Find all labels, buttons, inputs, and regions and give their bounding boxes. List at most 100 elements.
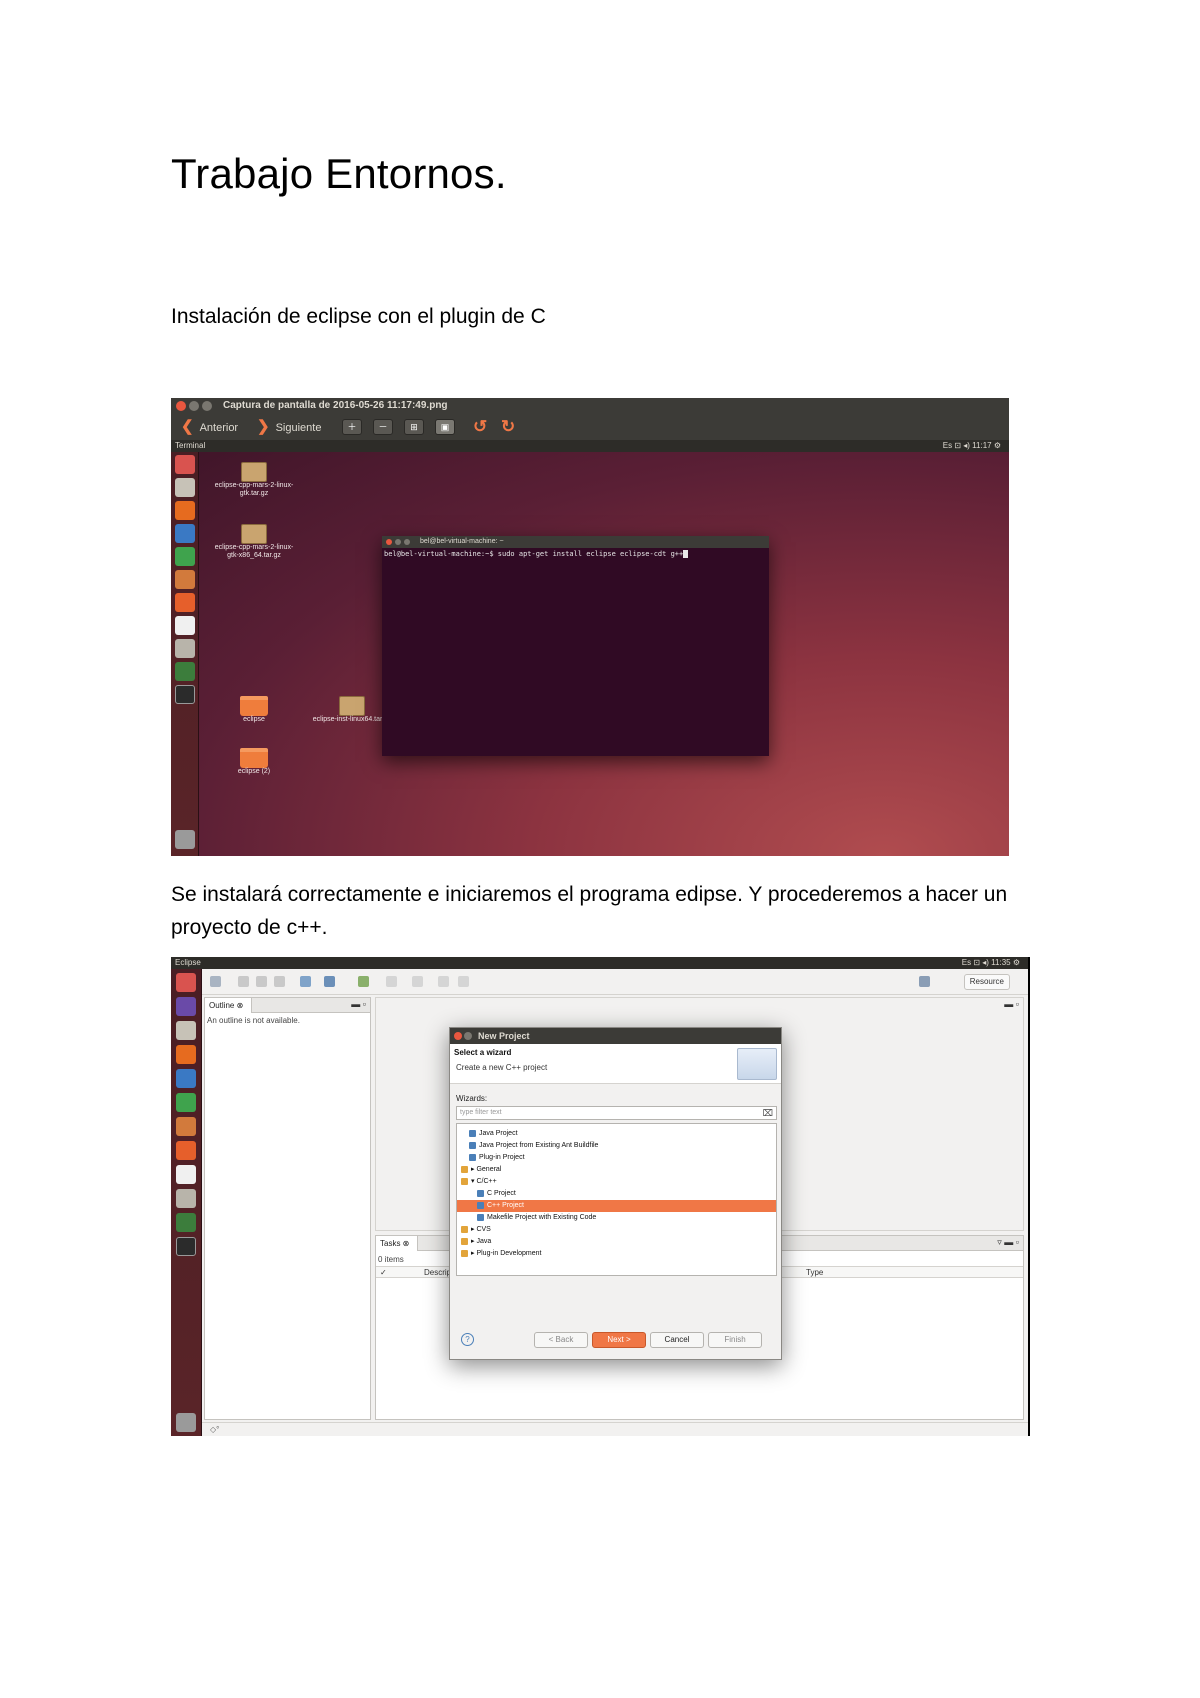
dash-icon[interactable] xyxy=(175,455,195,474)
close-icon[interactable] xyxy=(454,1032,462,1040)
save-all-icon[interactable] xyxy=(256,976,267,987)
finish-button[interactable]: Finish xyxy=(708,1332,762,1348)
wizard-banner-icon xyxy=(737,1048,777,1080)
dialog-header-title: Select a wizard xyxy=(454,1048,512,1057)
terminal-command-line[interactable]: bel@bel-virtual-machine:~$ sudo apt-get … xyxy=(382,548,769,560)
zoom-normal-button[interactable]: ▣ xyxy=(435,419,455,435)
print-icon[interactable] xyxy=(274,976,285,987)
calc-icon[interactable] xyxy=(176,1093,196,1112)
wizard-tree-item-label: Plug-in Project xyxy=(479,1154,525,1161)
wizard-tree-item[interactable]: Java Project xyxy=(457,1128,776,1140)
desktop-icon-folder[interactable]: eclipse (2) xyxy=(209,748,299,776)
desktop-icon-archive[interactable]: eclipse-cpp-mars-2-linux-gtk.tar.gz xyxy=(209,462,299,498)
close-window-button[interactable] xyxy=(176,401,186,411)
wizard-tree-item[interactable]: ▸ Java xyxy=(457,1236,776,1248)
document-paragraph: Se instalará correctamente e iniciaremos… xyxy=(171,883,1008,939)
cancel-button[interactable]: Cancel xyxy=(650,1332,704,1348)
wizard-tree-item[interactable]: ▾ C/C++ xyxy=(457,1176,776,1188)
forward-icon[interactable] xyxy=(458,976,469,987)
open-type-icon[interactable] xyxy=(300,976,311,987)
unity-launcher xyxy=(171,969,202,1436)
software-center-icon[interactable] xyxy=(176,1141,196,1160)
terminal-icon[interactable] xyxy=(175,685,195,704)
wizard-tree-item[interactable]: Plug-in Project xyxy=(457,1152,776,1164)
wizard-tree-item[interactable]: ▸ General xyxy=(457,1164,776,1176)
writer-icon[interactable] xyxy=(175,524,195,543)
next-button[interactable]: Next > xyxy=(592,1332,646,1348)
outline-tab[interactable]: Outline ⊗ xyxy=(205,998,253,1013)
next-button[interactable]: ❯ Siguiente xyxy=(257,419,321,436)
view-menu-icon[interactable]: ▿ ▬ ▫ xyxy=(997,1237,1019,1248)
back-icon[interactable] xyxy=(438,976,449,987)
previous-annotation-icon[interactable] xyxy=(412,976,423,987)
desktop-icon-folder[interactable]: eclipse xyxy=(209,696,299,724)
zoom-out-button[interactable]: － xyxy=(373,419,393,435)
wizard-tree-item-label: Java Project from Existing Ant Buildfile xyxy=(479,1142,599,1149)
new-project-dialog[interactable]: New Project Select a wizard Create a new… xyxy=(449,1027,782,1360)
settings-icon[interactable] xyxy=(176,1189,196,1208)
tasks-col-type[interactable]: Type xyxy=(806,1267,823,1278)
back-button[interactable]: < Back xyxy=(534,1332,588,1348)
new-icon[interactable] xyxy=(210,976,221,987)
wizard-tree[interactable]: Java Project Java Project from Existing A… xyxy=(456,1123,777,1276)
wizard-tree-item[interactable]: Java Project from Existing Ant Buildfile xyxy=(457,1140,776,1152)
wizard-tree-item-label: ▸ Java xyxy=(471,1238,492,1245)
writer-icon[interactable] xyxy=(176,1069,196,1088)
wizard-tree-item[interactable]: Makefile Project with Existing Code xyxy=(457,1212,776,1224)
software-center-icon[interactable] xyxy=(175,593,195,612)
open-perspective-icon[interactable] xyxy=(919,976,930,987)
rotate-right-icon[interactable]: ↻ xyxy=(501,417,515,437)
minimize-window-button[interactable] xyxy=(189,401,199,411)
rotate-left-icon[interactable]: ↺ xyxy=(473,417,487,437)
files-icon[interactable] xyxy=(175,478,195,497)
settings-icon[interactable] xyxy=(175,639,195,658)
tasks-tab[interactable]: Tasks ⊗ xyxy=(376,1236,419,1251)
firefox-icon[interactable] xyxy=(176,1045,196,1064)
eclipse-icon[interactable] xyxy=(176,997,196,1016)
wizard-tree-item[interactable]: C++ Project xyxy=(457,1200,776,1212)
maximize-icon[interactable] xyxy=(404,539,410,545)
update-icon[interactable] xyxy=(176,1213,196,1232)
folder-icon xyxy=(461,1165,468,1173)
trash-icon[interactable] xyxy=(176,1413,196,1432)
previous-button[interactable]: ❮ Anterior xyxy=(181,419,238,436)
calc-icon[interactable] xyxy=(175,547,195,566)
amazon-icon[interactable] xyxy=(175,616,195,635)
wizard-tree-item[interactable]: C Project xyxy=(457,1188,776,1200)
clear-filter-icon[interactable]: ⌧ xyxy=(763,1107,773,1119)
files-icon[interactable] xyxy=(176,1021,196,1040)
dash-icon[interactable] xyxy=(176,973,196,992)
minimize-icon[interactable] xyxy=(464,1032,472,1040)
check-column-icon[interactable]: ✓ xyxy=(380,1267,387,1278)
desktop-icon-archive[interactable]: eclipse-cpp-mars-2-linux-gtk-x86_64.tar.… xyxy=(209,524,299,560)
impress-icon[interactable] xyxy=(175,570,195,589)
minimize-icon[interactable] xyxy=(395,539,401,545)
impress-icon[interactable] xyxy=(176,1117,196,1136)
perspective-button[interactable]: Resource xyxy=(963,974,1010,990)
amazon-icon[interactable] xyxy=(176,1165,196,1184)
panel-indicators[interactable]: Es ⊡ ◂) 11:17 ⚙ xyxy=(943,440,1001,452)
firefox-icon[interactable] xyxy=(175,501,195,520)
wizard-tree-item[interactable]: ▸ Plug-in Development xyxy=(457,1248,776,1260)
search-icon[interactable] xyxy=(324,976,335,987)
archive-icon xyxy=(241,462,267,482)
terminal-titlebar: bel@bel-virtual-machine: ~ xyxy=(382,536,769,548)
terminal-window[interactable]: bel@bel-virtual-machine: ~ bel@bel-virtu… xyxy=(382,536,769,756)
editor-minimize-icon[interactable]: ▬ ▫ xyxy=(1004,999,1019,1009)
zoom-fit-button[interactable]: ⊞ xyxy=(404,419,424,435)
wizard-filter-input[interactable]: type filter text ⌧ xyxy=(456,1106,777,1120)
save-icon[interactable] xyxy=(238,976,249,987)
zoom-in-button[interactable]: ＋ xyxy=(342,419,362,435)
panel-indicators[interactable]: Es ⊡ ◂) 11:35 ⚙ xyxy=(962,957,1020,969)
wizard-tree-item[interactable]: ▸ CVS xyxy=(457,1224,776,1236)
update-icon[interactable] xyxy=(175,662,195,681)
next-annotation-icon[interactable] xyxy=(386,976,397,987)
terminal-icon[interactable] xyxy=(176,1237,196,1256)
close-icon[interactable] xyxy=(386,539,392,545)
top-panel: Eclipse Es ⊡ ◂) 11:35 ⚙ xyxy=(171,957,1028,969)
trash-icon[interactable] xyxy=(175,830,195,849)
view-minimize-icon[interactable]: ▬ ▫ xyxy=(351,999,366,1009)
help-icon[interactable]: ? xyxy=(461,1333,474,1346)
run-icon[interactable] xyxy=(358,976,369,987)
maximize-window-button[interactable] xyxy=(202,401,212,411)
